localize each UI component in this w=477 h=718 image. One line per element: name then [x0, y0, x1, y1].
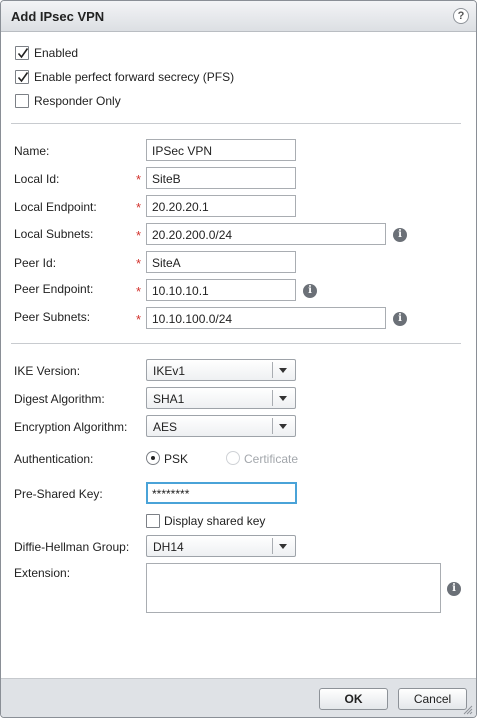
enabled-checkbox[interactable]	[15, 46, 29, 60]
chevron-down-icon[interactable]	[279, 424, 287, 429]
extension-label: Extension:	[14, 566, 71, 580]
peer-endpoint-input[interactable]: 10.10.10.1	[146, 279, 296, 301]
checkmark-icon	[17, 48, 29, 59]
local-endpoint-label: Local Endpoint:	[14, 200, 97, 214]
enabled-label: Enabled	[34, 46, 79, 60]
local-endpoint-input[interactable]: 20.20.20.1	[146, 195, 296, 217]
section-divider	[11, 343, 461, 344]
local-id-label: Local Id:	[14, 172, 60, 186]
select-divider	[272, 390, 273, 406]
name-input[interactable]: IPSec VPN	[146, 139, 296, 161]
dialog-title: Add IPsec VPN	[11, 9, 105, 24]
add-ipsec-vpn-dialog: Add IPsec VPN ? Enabled Enable perfect f…	[0, 0, 477, 718]
checkmark-icon	[17, 72, 29, 83]
section-divider	[11, 123, 461, 124]
pre-shared-key-label: Pre-Shared Key:	[14, 487, 103, 501]
required-marker: *	[136, 312, 142, 327]
chevron-down-icon[interactable]	[279, 368, 287, 373]
select-divider	[272, 418, 273, 434]
resize-grip-icon[interactable]	[463, 705, 473, 715]
digest-algorithm-label: Digest Algorithm:	[14, 392, 105, 406]
required-marker: *	[136, 256, 142, 271]
pfs-checkbox[interactable]	[15, 70, 29, 84]
dh-group-select[interactable]: DH14	[146, 535, 296, 557]
peer-subnets-input[interactable]: 10.10.100.0/24	[146, 307, 386, 329]
info-icon[interactable]: i	[393, 228, 407, 242]
info-icon[interactable]: i	[303, 284, 317, 298]
select-divider	[272, 538, 273, 554]
peer-id-input[interactable]: SiteA	[146, 251, 296, 273]
ike-version-value: IKEv1	[153, 364, 186, 378]
required-marker: *	[136, 284, 142, 299]
digest-algorithm-select[interactable]: SHA1	[146, 387, 296, 409]
peer-subnets-label: Peer Subnets:	[14, 310, 91, 324]
ike-version-label: IKE Version:	[14, 364, 81, 378]
peer-id-label: Peer Id:	[14, 256, 57, 270]
ike-version-select[interactable]: IKEv1	[146, 359, 296, 381]
responder-only-checkbox[interactable]	[15, 94, 29, 108]
psk-radio[interactable]	[146, 451, 160, 465]
ok-button[interactable]: OK	[319, 688, 388, 710]
info-icon[interactable]: i	[447, 582, 461, 596]
display-shared-key-checkbox[interactable]	[146, 514, 160, 528]
chevron-down-icon[interactable]	[279, 396, 287, 401]
local-id-input[interactable]: SiteB	[146, 167, 296, 189]
peer-endpoint-label: Peer Endpoint:	[14, 282, 94, 296]
chevron-down-icon[interactable]	[279, 544, 287, 549]
select-divider	[272, 362, 273, 378]
info-icon[interactable]: i	[393, 312, 407, 326]
required-marker: *	[136, 228, 142, 243]
digest-algorithm-value: SHA1	[153, 392, 185, 406]
display-shared-key-label: Display shared key	[164, 514, 266, 528]
extension-textarea[interactable]	[146, 563, 441, 613]
name-label: Name:	[14, 144, 50, 158]
encryption-algorithm-select[interactable]: AES	[146, 415, 296, 437]
certificate-label: Certificate	[244, 452, 299, 466]
certificate-radio	[226, 451, 240, 465]
psk-label: PSK	[164, 452, 189, 466]
encryption-algorithm-label: Encryption Algorithm:	[14, 420, 128, 434]
local-subnets-input[interactable]: 20.20.200.0/24	[146, 223, 386, 245]
dh-group-label: Diffie-Hellman Group:	[14, 540, 130, 554]
encryption-algorithm-value: AES	[153, 420, 178, 434]
authentication-label: Authentication:	[14, 452, 94, 466]
help-icon[interactable]: ?	[453, 8, 469, 24]
cancel-button[interactable]: Cancel	[398, 688, 467, 710]
required-marker: *	[136, 200, 142, 215]
responder-only-label: Responder Only	[34, 94, 121, 108]
dialog-footer: OK Cancel	[1, 678, 476, 717]
local-subnets-label: Local Subnets:	[14, 227, 94, 241]
pre-shared-key-input[interactable]: ********	[146, 482, 297, 504]
dh-group-value: DH14	[153, 540, 184, 554]
required-marker: *	[136, 172, 142, 187]
dialog-titlebar[interactable]: Add IPsec VPN ?	[1, 1, 476, 32]
pfs-label: Enable perfect forward secrecy (PFS)	[34, 70, 235, 84]
